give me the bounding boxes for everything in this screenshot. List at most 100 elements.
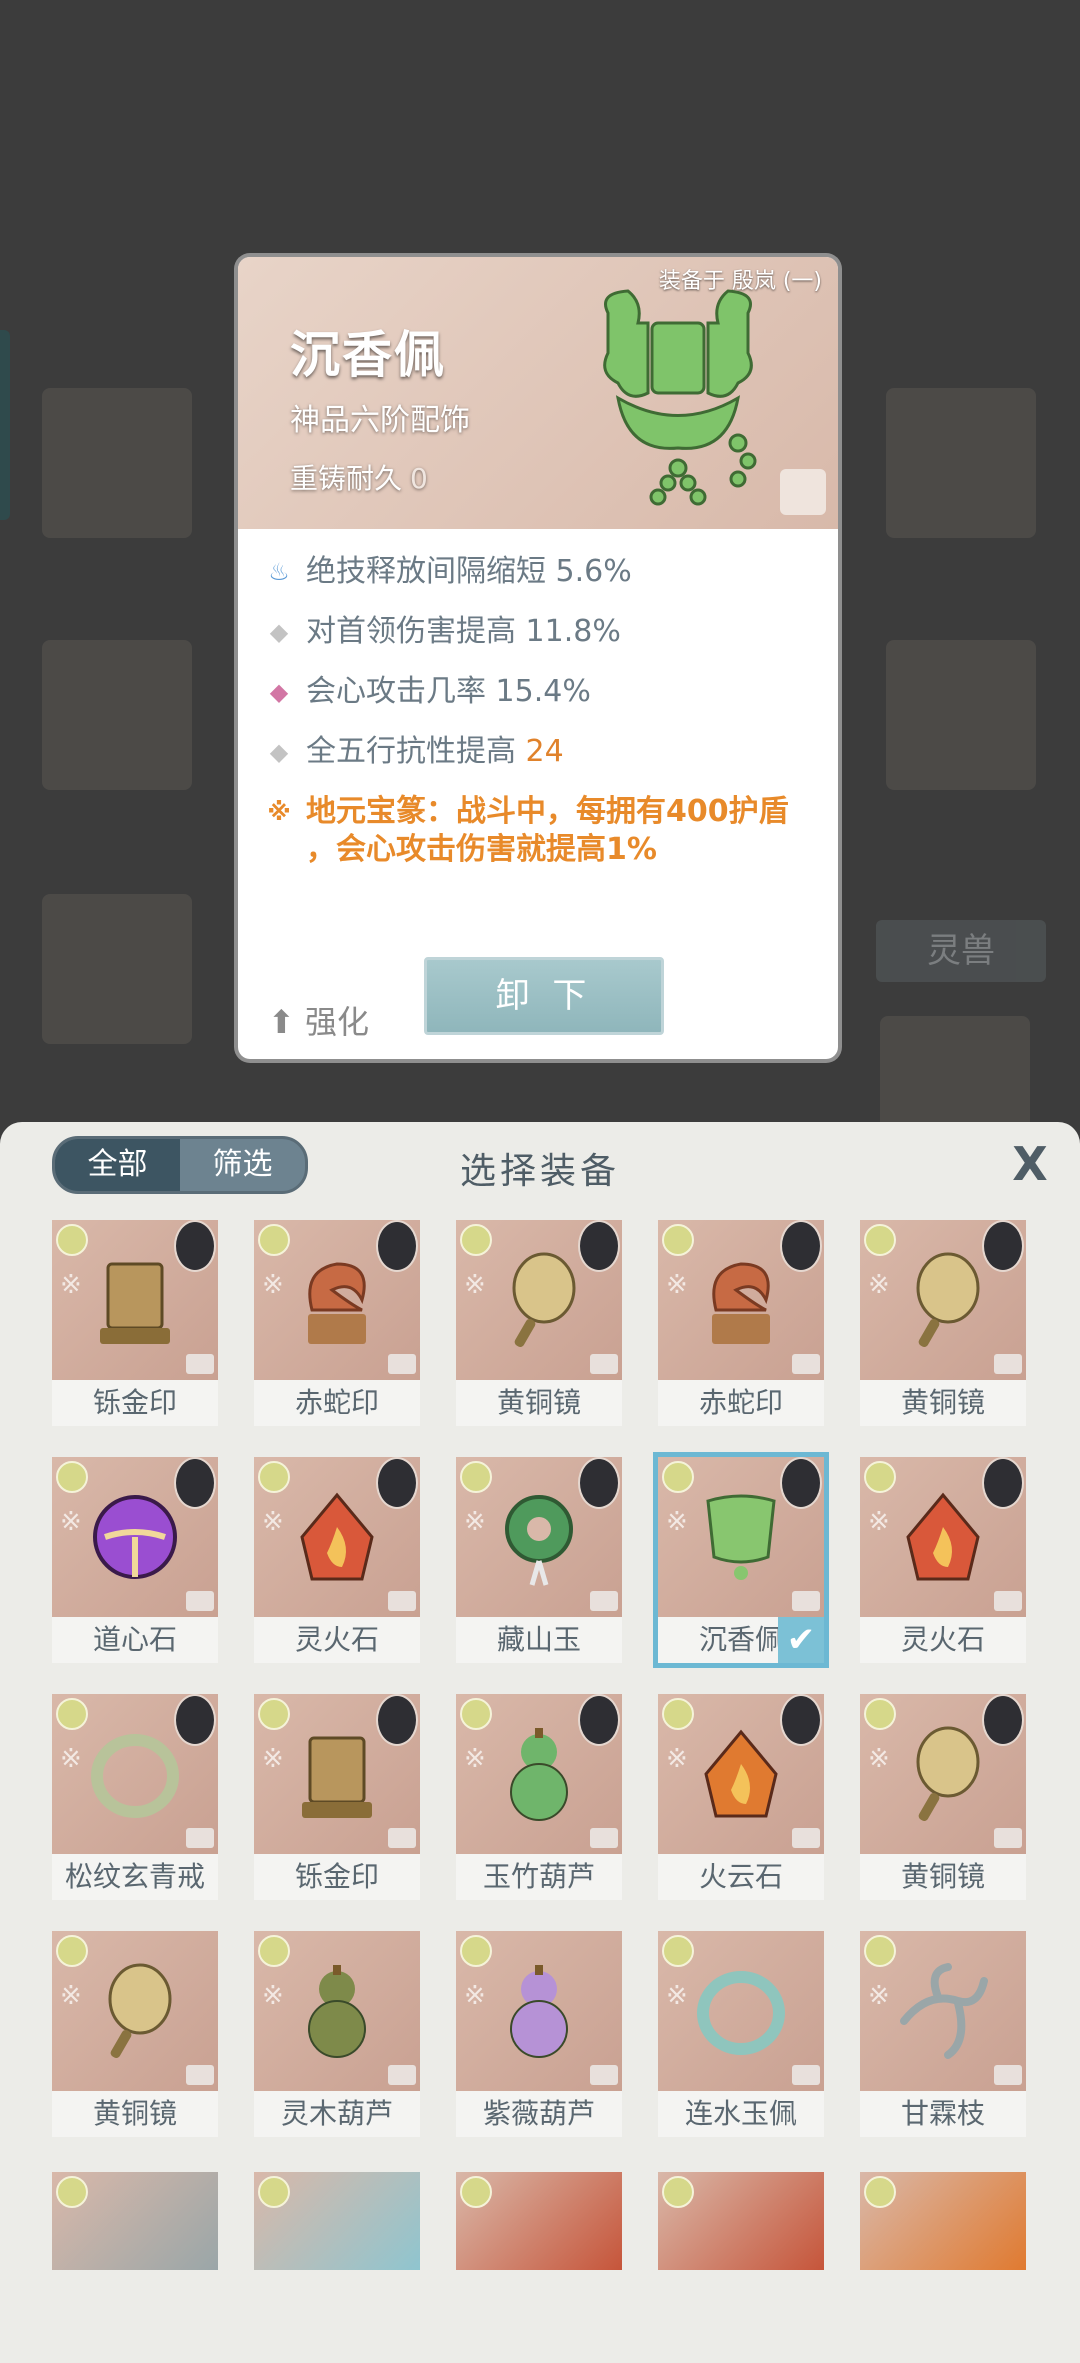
detail-hero: 装备于 殷岚 (一) 沉香佩 神品六阶配饰 重铸耐久 0 — [238, 257, 838, 529]
stat-row: ◆ 对首领伤害提高 11.8% — [266, 613, 826, 651]
set-mark-icon: ※ — [868, 1981, 890, 2011]
equipment-card-label: 道心石 — [52, 1617, 218, 1663]
set-mark-icon: ※ — [666, 1744, 688, 1774]
equipment-card[interactable]: ※ 松纹玄青戒 — [52, 1694, 218, 1900]
set-mark-icon: ※ — [60, 1270, 82, 1300]
equipment-card[interactable] — [658, 2172, 824, 2270]
equipment-card[interactable]: ※ 紫薇葫芦 — [456, 1931, 622, 2137]
element-badge-icon — [460, 1461, 492, 1493]
enhance-label: 强化 — [304, 1003, 369, 1041]
equipment-card[interactable]: ※ 沉香佩 ✔ — [658, 1457, 824, 1663]
element-badge-icon — [258, 1935, 290, 1967]
owner-avatar — [982, 1457, 1024, 1509]
owner-avatar — [982, 1694, 1024, 1746]
equipment-card[interactable]: ※ 黄铜镜 — [52, 1931, 218, 2137]
equipment-card[interactable]: ※ 灵火石 — [254, 1457, 420, 1663]
equipment-card[interactable]: ※ 玉竹葫芦 — [456, 1694, 622, 1900]
equipment-card[interactable] — [52, 2172, 218, 2270]
equipment-card[interactable]: ※ 黄铜镜 — [456, 1220, 622, 1426]
equipment-card-label: 紫薇葫芦 — [456, 2091, 622, 2137]
element-badge-icon — [258, 2176, 290, 2208]
bg-slot — [42, 388, 192, 538]
lock-icon — [792, 1354, 820, 1374]
set-mark-icon: ※ — [60, 1981, 82, 2011]
equipment-card[interactable]: ※ 道心石 — [52, 1457, 218, 1663]
equipment-card[interactable]: ※ 黄铜镜 — [860, 1220, 1026, 1426]
element-badge-icon — [460, 1935, 492, 1967]
background-edge-tab — [0, 330, 10, 520]
equipment-card-label: 灵木葫芦 — [254, 2091, 420, 2137]
lock-icon — [590, 1591, 618, 1611]
pendant-icon — [603, 289, 757, 506]
element-badge-icon — [56, 1698, 88, 1730]
set-mark-icon: ※ — [60, 1507, 82, 1537]
lock-icon — [590, 1354, 618, 1374]
equipment-card[interactable]: ※ 甘霖枝 — [860, 1931, 1026, 2137]
unload-button[interactable]: 卸 下 — [424, 957, 664, 1035]
equipment-card-label: 铄金印 — [52, 1380, 218, 1426]
equipment-card[interactable]: ※ 藏山玉 — [456, 1457, 622, 1663]
owner-avatar — [780, 1457, 822, 1509]
set-mark-icon: ※ — [868, 1270, 890, 1300]
equipment-card[interactable] — [254, 2172, 420, 2270]
durability: 重铸耐久 0 — [290, 457, 428, 497]
element-badge-icon — [56, 1224, 88, 1256]
set-mark-icon: ※ — [666, 1981, 688, 2011]
lock-icon[interactable] — [780, 469, 826, 515]
lock-icon — [792, 1828, 820, 1848]
equipment-card[interactable]: ※ 黄铜镜 — [860, 1694, 1026, 1900]
equipment-card[interactable]: ※ 铄金印 — [52, 1220, 218, 1426]
set-mark-icon: ※ — [464, 1981, 486, 2011]
lock-icon — [388, 1591, 416, 1611]
equipment-grade: 神品六阶配饰 — [290, 403, 470, 438]
enhance-button[interactable]: ⬆ 强化 — [268, 997, 369, 1043]
equipment-card-label: 黄铜镜 — [860, 1380, 1026, 1426]
diamond-icon: ◆ — [269, 738, 289, 766]
element-badge-icon — [258, 1698, 290, 1730]
check-icon: ✔ — [778, 1617, 824, 1663]
equipment-card[interactable]: ※ 连水玉佩 — [658, 1931, 824, 2137]
stat-value: 24 — [525, 734, 564, 769]
element-badge-icon — [258, 1461, 290, 1493]
equipment-card[interactable] — [456, 2172, 622, 2270]
element-badge-icon — [864, 1461, 896, 1493]
equipment-card[interactable]: ※ 铄金印 — [254, 1694, 420, 1900]
set-mark-icon: ※ — [60, 1744, 82, 1774]
equipment-card[interactable]: ※ 赤蛇印 — [254, 1220, 420, 1426]
bg-slot — [42, 640, 192, 790]
equipment-card[interactable]: ※ 灵木葫芦 — [254, 1931, 420, 2137]
arrow-up-icon: ⬆ — [268, 1003, 295, 1041]
owner-avatar — [174, 1694, 216, 1746]
element-badge-icon — [864, 1935, 896, 1967]
lock-icon — [186, 2065, 214, 2085]
element-badge-icon — [864, 1224, 896, 1256]
spirit-beast-label: 灵兽 — [876, 920, 1046, 982]
set-mark-icon: ※ — [666, 1270, 688, 1300]
bg-slot — [886, 388, 1036, 538]
equipment-card[interactable]: ※ 赤蛇印 — [658, 1220, 824, 1426]
durability-value: 0 — [410, 462, 428, 495]
skill-cooldown-icon: ♨ — [268, 558, 290, 586]
set-mark-icon: ※ — [464, 1507, 486, 1537]
element-badge-icon — [56, 1461, 88, 1493]
close-icon[interactable]: X — [1004, 1138, 1056, 1190]
owner-avatar — [578, 1457, 620, 1509]
equipment-card-label: 铄金印 — [254, 1854, 420, 1900]
equipment-card-label: 赤蛇印 — [254, 1380, 420, 1426]
stat-row: ◆ 全五行抗性提高 24 — [266, 733, 826, 771]
equipment-card[interactable] — [860, 2172, 1026, 2270]
owner-avatar — [376, 1694, 418, 1746]
equipment-card[interactable]: ※ 灵火石 — [860, 1457, 1026, 1663]
set-mark-icon: ※ — [868, 1507, 890, 1537]
lock-icon — [388, 2065, 416, 2085]
lock-icon — [590, 2065, 618, 2085]
equipment-card[interactable]: ※ 火云石 — [658, 1694, 824, 1900]
diamond-icon: ◆ — [269, 678, 289, 706]
lock-icon — [994, 1591, 1022, 1611]
lock-icon — [994, 2065, 1022, 2085]
diamond-icon: ◆ — [269, 618, 289, 646]
bg-slot — [886, 640, 1036, 790]
special-line-1: 地元宝篆：战斗中，每拥有400护盾 — [306, 794, 789, 829]
stat-row: ♨ 绝技释放间隔缩短 5.6% — [266, 553, 826, 591]
lock-icon — [792, 1591, 820, 1611]
